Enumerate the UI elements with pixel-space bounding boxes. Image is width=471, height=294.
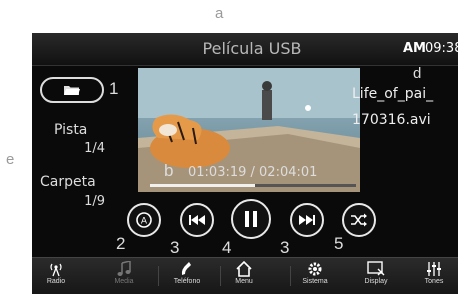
shuffle-button[interactable] <box>342 203 376 237</box>
nav-menu-label: Menu <box>235 278 253 285</box>
clock-time: 09:38 <box>425 41 458 56</box>
page-title: Película USB <box>202 39 302 58</box>
pause-icon <box>245 211 257 227</box>
pista-value: 1/4 <box>84 141 105 156</box>
radio-antenna-icon <box>50 263 62 277</box>
callout-1: 1 <box>109 79 119 98</box>
file-name: Life_of_pai_ 170316.avi <box>352 81 433 133</box>
nav-display[interactable]: Display <box>354 258 398 294</box>
nav-separator <box>158 266 159 286</box>
folder-icon <box>64 86 80 95</box>
callout-3b: 3 <box>280 238 290 257</box>
carpeta-value: 1/9 <box>84 194 105 209</box>
auto-icon: A <box>136 212 152 228</box>
progress-bar[interactable] <box>150 184 356 187</box>
playback-time: 01:03:19 / 02:04:01 <box>188 165 318 180</box>
music-note-icon <box>117 261 131 276</box>
nav-separator <box>290 266 291 286</box>
previous-button[interactable] <box>180 203 214 237</box>
callout-a: a <box>215 5 224 22</box>
progress-fill <box>150 184 256 187</box>
callout-2: 2 <box>116 234 126 253</box>
clock-am: AM <box>403 41 426 56</box>
svg-text:A: A <box>141 217 148 227</box>
nav-separator <box>220 266 221 286</box>
home-icon <box>236 261 252 277</box>
gear-icon <box>308 262 322 276</box>
callout-4: 4 <box>222 238 232 257</box>
callout-5: 5 <box>334 234 344 253</box>
nav-telefono[interactable]: Teléfono <box>162 258 212 294</box>
file-name-line2: 170316.avi <box>352 112 431 128</box>
nav-sistema[interactable]: Sistema <box>292 258 338 294</box>
nav-sistema-label: Sistema <box>302 278 328 285</box>
carpeta-label: Carpeta <box>40 174 96 190</box>
shuffle-icon <box>351 213 367 227</box>
status-bar: Película USB AM 09:38 <box>32 33 458 66</box>
pause-button[interactable] <box>231 199 271 239</box>
phone-icon <box>181 262 191 275</box>
callout-d: d <box>413 65 422 82</box>
nav-radio[interactable]: Radio <box>36 258 76 294</box>
folder-button[interactable] <box>40 77 104 103</box>
display-icon <box>367 261 385 276</box>
nav-media[interactable]: Media <box>102 258 146 294</box>
bottom-nav-bar: Radio Media Teléfono Menu Sistema Displa… <box>32 257 458 294</box>
nav-radio-label: Radio <box>46 278 66 285</box>
nav-display-label: Display <box>364 278 388 285</box>
callout-3a: 3 <box>170 238 180 257</box>
nav-telefono-label: Teléfono <box>173 278 201 285</box>
callout-b: b <box>164 161 174 180</box>
nav-tones[interactable]: Tones <box>414 258 454 294</box>
auto-button[interactable]: A <box>127 203 161 237</box>
nav-media-label: Media <box>114 278 134 285</box>
nav-menu[interactable]: Menu <box>222 258 266 294</box>
pista-label: Pista <box>54 122 88 138</box>
head-unit-screen: Película USB AM 09:38 1 Pista 1/4 Carpet… <box>32 33 458 294</box>
skip-back-icon <box>189 215 205 225</box>
file-name-line1: Life_of_pai_ <box>352 86 434 102</box>
equalizer-icon <box>427 262 441 276</box>
nav-tones-label: Tones <box>424 278 444 285</box>
callout-e: e <box>6 151 15 168</box>
next-button[interactable] <box>290 203 324 237</box>
skip-forward-icon <box>299 215 315 225</box>
